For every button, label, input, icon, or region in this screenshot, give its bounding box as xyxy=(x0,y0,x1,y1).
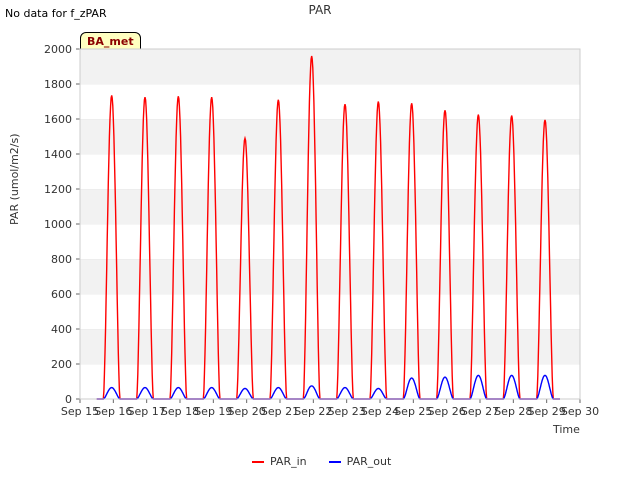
x-tick-label: Sep 30 xyxy=(561,405,599,418)
grid-band xyxy=(80,294,580,329)
legend: PAR_in PAR_out xyxy=(252,455,391,468)
legend-item-par-out: PAR_out xyxy=(328,455,392,468)
y-tick-label: 600 xyxy=(51,288,72,301)
grid-band xyxy=(80,154,580,189)
legend-label-par-out: PAR_out xyxy=(346,455,392,468)
x-axis-ticks: Sep 15Sep 16Sep 17Sep 18Sep 19Sep 20Sep … xyxy=(61,399,599,418)
y-tick-label: 1000 xyxy=(44,218,72,231)
y-tick-label: 1400 xyxy=(44,148,72,161)
y-tick-label: 1200 xyxy=(44,183,72,196)
grid-band xyxy=(80,189,580,224)
y-tick-label: 800 xyxy=(51,253,72,266)
par-chart: 0200400600800100012001400160018002000 Se… xyxy=(44,43,599,418)
y-axis-ticks: 0200400600800100012001400160018002000 xyxy=(44,43,80,406)
legend-item-par-in: PAR_in xyxy=(252,455,307,468)
y-tick-label: 1800 xyxy=(44,78,72,91)
legend-label-par-in: PAR_in xyxy=(270,455,307,468)
legend-swatch-par-in xyxy=(252,460,264,463)
legend-swatch-par-out xyxy=(328,460,341,463)
grid-band xyxy=(80,119,580,154)
y-tick-label: 2000 xyxy=(44,43,72,56)
grid-band xyxy=(80,224,580,259)
y-tick-label: 1600 xyxy=(44,113,72,126)
y-tick-label: 200 xyxy=(51,358,72,371)
grid-band xyxy=(80,259,580,294)
grid-band xyxy=(80,84,580,119)
grid-band xyxy=(80,49,580,84)
y-tick-label: 400 xyxy=(51,323,72,336)
